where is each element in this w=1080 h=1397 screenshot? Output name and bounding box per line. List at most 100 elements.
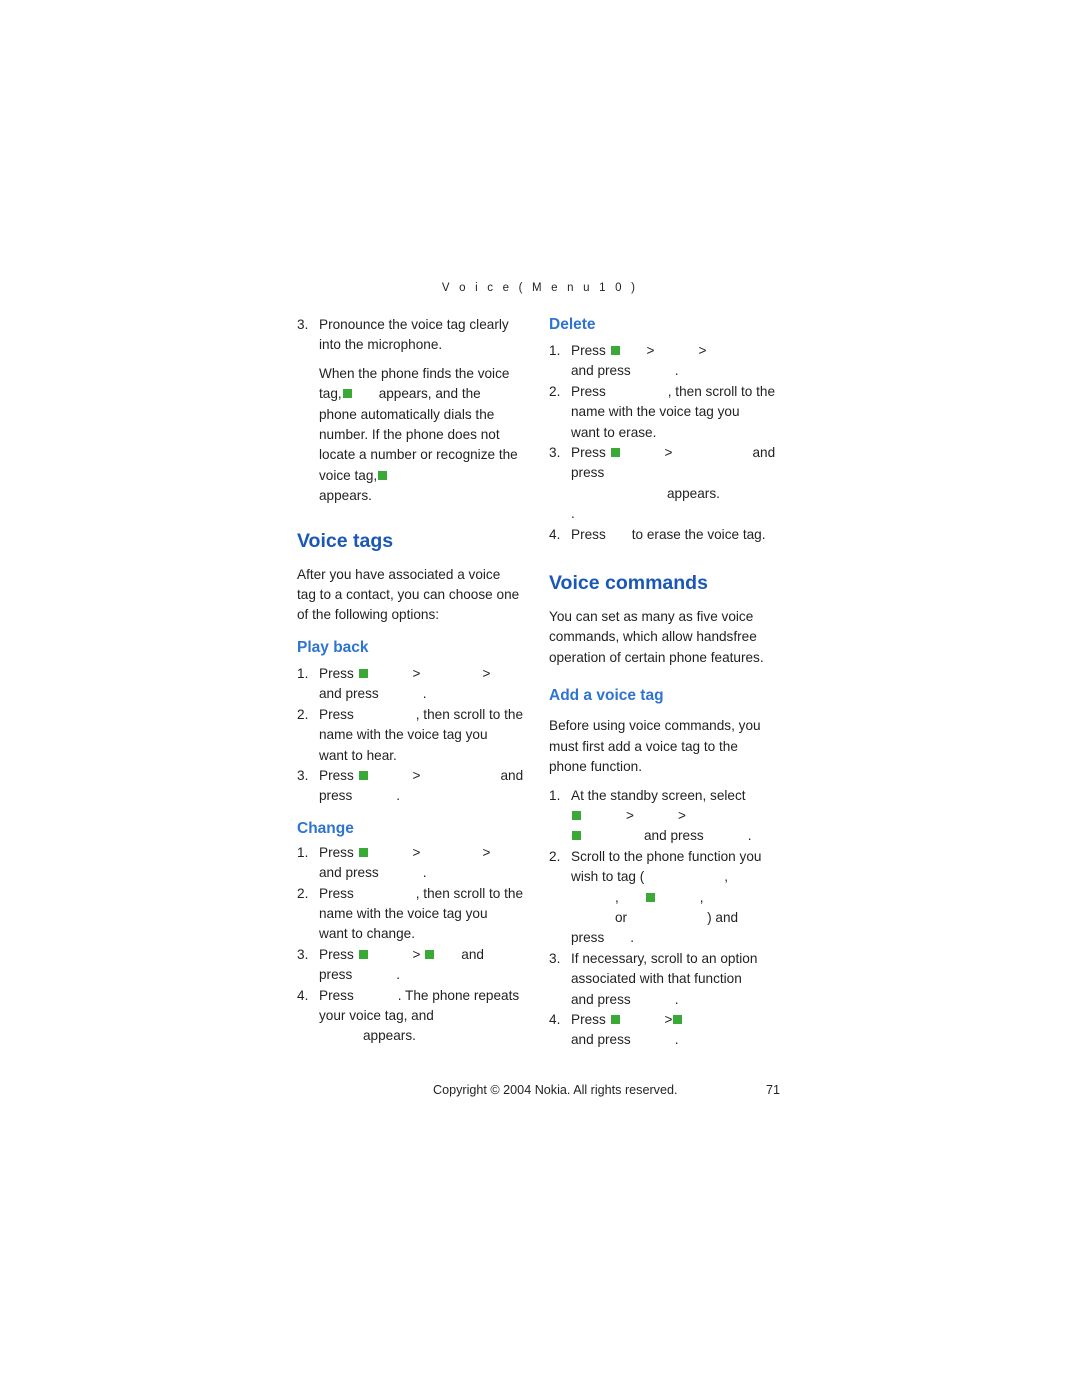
avt-s3-b: associated with that function — [571, 971, 742, 987]
para-line5: locate a number or recognize the — [319, 447, 518, 463]
para-line3: phone automatically dials the — [319, 406, 495, 422]
para-line2-b: appears, and the — [378, 386, 481, 402]
playback-s2-d: want to hear. — [319, 747, 397, 763]
avt-line3: phone function. — [549, 759, 642, 775]
delete-s2-d: want to erase. — [571, 424, 657, 440]
avt-s2-d: , — [615, 889, 619, 905]
delete-s3-e: . — [571, 506, 575, 522]
list-item: Press > and press. — [549, 1010, 781, 1051]
page-number: 71 — [766, 1083, 781, 1097]
playback-s3-c: and — [500, 767, 524, 783]
green-square-icon — [358, 949, 368, 959]
delete-steps: Press > > and press. Press , then scroll t… — [549, 341, 781, 545]
green-square-icon — [342, 389, 352, 399]
delete-s3-d: appears. — [667, 485, 720, 501]
green-square-icon — [378, 470, 388, 480]
change-s1-c: > — [482, 844, 491, 860]
avt-s3-d: . — [674, 991, 679, 1007]
avt-s4-a: Press — [571, 1011, 606, 1027]
para-line2-a: tag, — [319, 386, 342, 402]
delete-s1-b: > — [646, 343, 655, 358]
avt-s2-i: . — [630, 930, 635, 946]
change-s1-b: > — [412, 844, 421, 860]
avt-s1-c: > — [677, 807, 686, 823]
change-s3-a: Press — [319, 946, 354, 962]
change-s4-b: . The phone repeats — [397, 987, 520, 1003]
voice-tags-intro: After you have associated a voice tag to… — [297, 565, 529, 626]
add-voice-tag-intro: Before using voice commands, you must fi… — [549, 716, 781, 777]
avt-line1: Before using voice commands, you — [549, 718, 761, 734]
list-item: If necessary, scroll to an option associ… — [549, 949, 781, 1010]
para-line4: number. If the phone does not — [319, 427, 500, 443]
avt-s2-a: Scroll to the phone function you — [571, 848, 762, 864]
avt-s1-d: and press — [644, 828, 704, 844]
green-square-icon — [425, 949, 435, 959]
find-voice-tag-paragraph: When the phone finds the voice tag, appea… — [297, 364, 529, 507]
change-s2-b: , then scroll to the — [415, 885, 524, 901]
avt-s2-f: or — [615, 909, 628, 925]
right-column: Delete Press > > and press. Press , then s… — [549, 315, 781, 1051]
list-item: Press > > and press. — [297, 843, 529, 884]
playback-s1-d: and press — [319, 686, 379, 702]
list-item: Scroll to the phone function you wish to… — [549, 847, 781, 949]
change-s3-e: . — [396, 967, 401, 983]
delete-s2-a: Press — [571, 383, 606, 399]
change-heading: Change — [297, 819, 354, 837]
playback-s3-d: press — [319, 788, 353, 804]
playback-s1-b: > — [412, 665, 421, 681]
list-item: Press > > and press. — [549, 341, 781, 382]
green-square-icon — [358, 770, 368, 780]
playback-s3-a: Press — [319, 767, 354, 783]
manual-page: V o i c e ( M e n u 1 0 ) Pronounce the … — [0, 0, 1080, 1397]
change-s4-d: appears. — [363, 1028, 416, 1044]
playback-s2-a: Press — [319, 706, 354, 722]
green-square-icon — [572, 810, 581, 820]
vc-line1: You can set as many as five voice — [549, 609, 754, 625]
delete-s2-c: name with the voice tag you — [571, 404, 740, 420]
delete-heading: Delete — [549, 316, 596, 333]
change-s1-d: and press — [319, 865, 379, 881]
list-item: Press > > and press. — [297, 664, 529, 705]
add-a-voice-tag-heading: Add a voice tag — [549, 687, 664, 705]
voice-tags-heading: Voice tags — [297, 529, 394, 552]
change-s3-b: > — [412, 946, 421, 962]
list-item: Press . The phone repeats your voice tag,… — [297, 986, 529, 1047]
avt-s2-c: , — [724, 869, 729, 885]
step3-line1: Pronounce the voice tag clearly — [319, 317, 509, 332]
avt-s2-b: wish to tag ( — [571, 869, 645, 885]
delete-s1-c: > — [698, 343, 707, 358]
intro-line1: After you have associated a voice — [297, 566, 501, 582]
green-square-icon — [358, 847, 368, 857]
avt-s3-a: If necessary, scroll to an option — [571, 950, 758, 966]
list-item: Press > and press. — [297, 945, 529, 986]
delete-s1-d: and press — [571, 363, 631, 379]
delete-s4-b: to erase the voice tag. — [631, 526, 766, 542]
left-column: Pronounce the voice tag clearly into the… — [297, 315, 529, 1047]
delete-s3-a: Press — [571, 445, 606, 461]
change-s2-d: want to change. — [319, 926, 415, 942]
avt-s1-a: At the standby screen, select — [571, 787, 746, 803]
avt-s1-b: > — [626, 807, 634, 823]
list-item: Press to erase the voice tag. — [549, 525, 781, 546]
para-line1: When the phone finds the voice — [319, 365, 510, 381]
avt-s4-d: . — [674, 1032, 679, 1048]
list-item: Press > and press. — [297, 766, 529, 807]
delete-s2-b: , then scroll to the — [667, 383, 776, 399]
delete-s1-e: . — [674, 363, 679, 379]
avt-line2: must first add a voice tag to the — [549, 738, 738, 754]
delete-s1-a: Press — [571, 343, 606, 358]
para-line7: appears. — [319, 488, 372, 504]
avt-s4-b: > — [664, 1011, 673, 1027]
change-s3-d: press — [319, 967, 353, 983]
change-s4-c: your voice tag, and — [319, 1007, 434, 1023]
delete-s4-a: Press — [571, 526, 606, 542]
change-s1-e: . — [422, 865, 427, 881]
list-item: Press , then scroll to the name with the … — [297, 705, 529, 766]
playback-s3-e: . — [396, 788, 401, 804]
step3-line2: into the microphone. — [319, 337, 443, 353]
running-head: V o i c e ( M e n u 1 0 ) — [441, 282, 639, 294]
list-item: Press , then scroll to the name with the … — [549, 382, 781, 443]
change-s1-a: Press — [319, 844, 354, 860]
copyright-text: Copyright © 2004 Nokia. All rights reser… — [433, 1083, 678, 1097]
playback-s1-c: > — [482, 665, 491, 681]
